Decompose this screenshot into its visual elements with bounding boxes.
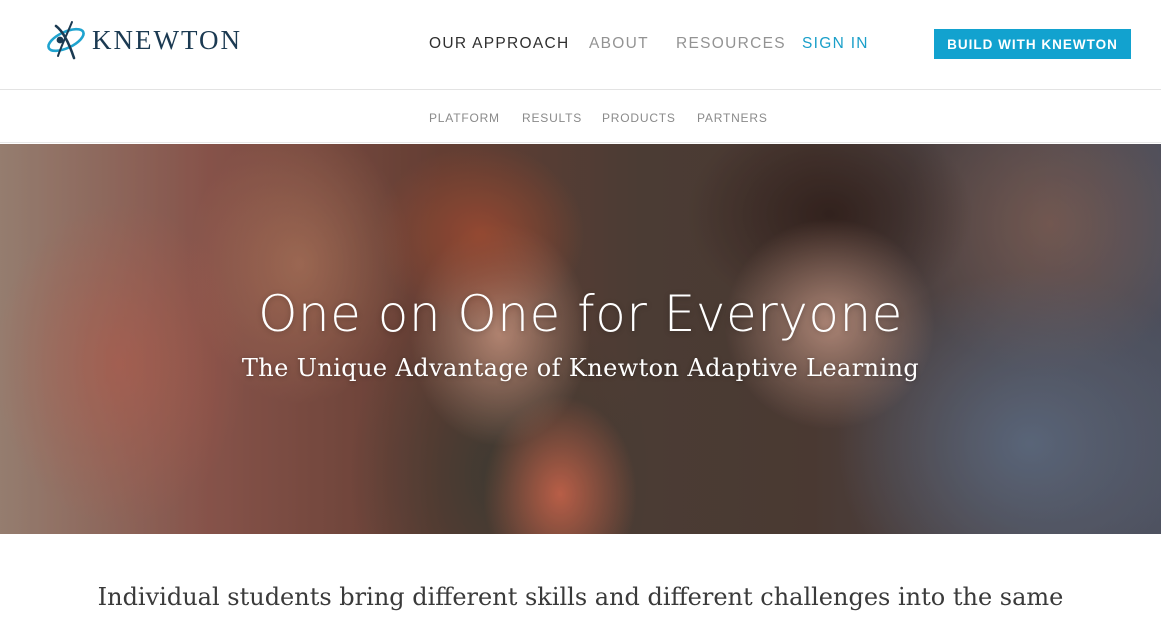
nav-our-approach[interactable]: OUR APPROACH <box>429 35 570 53</box>
hero-banner: One on One for Everyone The Unique Advan… <box>0 144 1161 534</box>
sign-in-link[interactable]: SIGN IN <box>802 35 869 53</box>
subnav-platform[interactable]: PLATFORM <box>429 111 500 125</box>
subnav-products[interactable]: PRODUCTS <box>602 111 676 125</box>
hero-title: One on One for Everyone <box>258 285 903 343</box>
hero-subtitle: The Unique Advantage of Knewton Adaptive… <box>241 354 920 382</box>
build-with-knewton-button[interactable]: BUILD WITH KNEWTON <box>934 29 1131 59</box>
site-header: KNEWTON OUR APPROACH ABOUT RESOURCES SIG… <box>0 0 1161 90</box>
sub-nav: PLATFORM RESULTS PRODUCTS PARTNERS <box>0 91 1161 143</box>
subnav-results[interactable]: RESULTS <box>522 111 582 125</box>
subnav-partners[interactable]: PARTNERS <box>697 111 768 125</box>
nav-resources[interactable]: RESOURCES <box>676 35 786 53</box>
intro-text: Individual students bring different skil… <box>97 583 1064 611</box>
nav-about[interactable]: ABOUT <box>589 35 649 53</box>
main-nav: OUR APPROACH ABOUT RESOURCES SIGN IN BUI… <box>0 0 1161 90</box>
